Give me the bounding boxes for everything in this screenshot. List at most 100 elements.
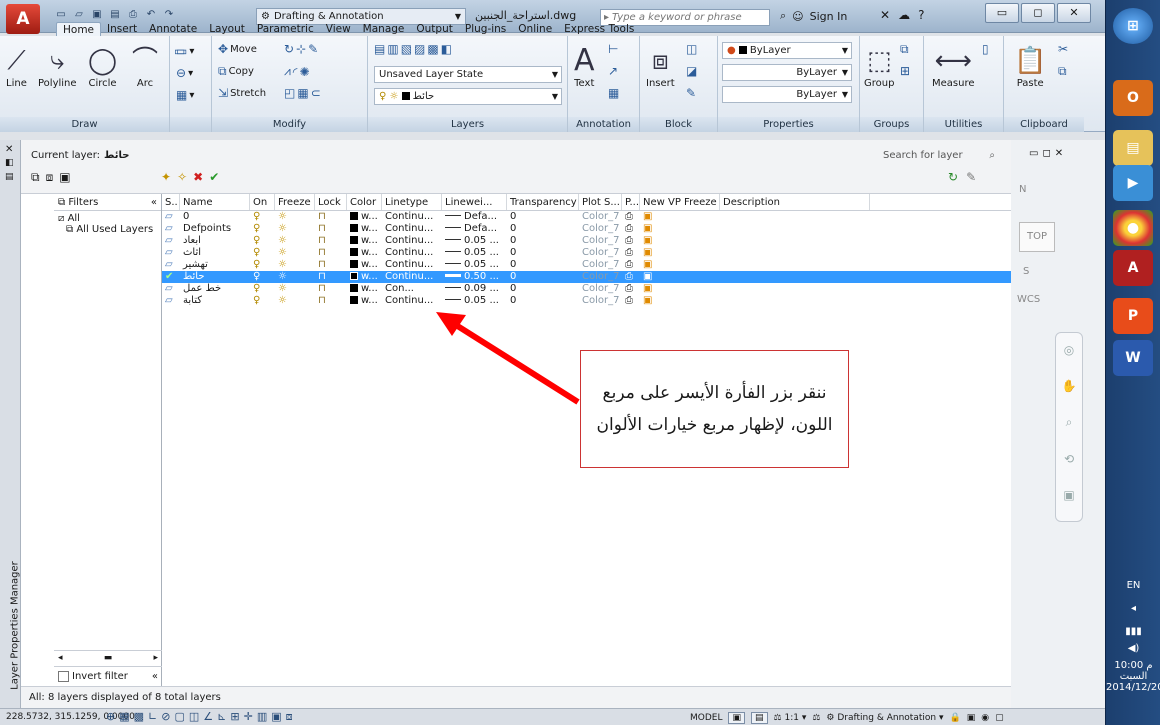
- lineweight-cell[interactable]: 0.05 ...: [442, 235, 507, 247]
- lwt-icon[interactable]: ✛: [244, 710, 253, 724]
- color-cell[interactable]: w...: [347, 283, 382, 295]
- orbit-icon[interactable]: ⟲: [1064, 452, 1074, 466]
- on-toggle[interactable]: ♀: [250, 235, 275, 247]
- description-cell[interactable]: [720, 295, 870, 307]
- transparency-cell[interactable]: 0: [507, 283, 579, 295]
- description-cell[interactable]: [720, 271, 870, 283]
- volume-icon[interactable]: ◀): [1106, 643, 1160, 654]
- freeze-toggle[interactable]: ☼: [275, 295, 315, 307]
- layer-name[interactable]: حائط: [180, 271, 250, 283]
- layer-row[interactable]: ▱ تهشير ♀ ☼ ⊓ w... Continu... 0.05 ... 0 Color_7 ⎙…: [162, 259, 1011, 271]
- cut-button[interactable]: ✂: [1058, 42, 1068, 56]
- network-icon[interactable]: ▮▮▮: [1106, 626, 1160, 637]
- color-cell[interactable]: w...: [347, 295, 382, 307]
- polar-icon[interactable]: ⊘: [161, 710, 170, 724]
- plot-style-cell[interactable]: Color_7: [579, 271, 622, 283]
- language-indicator[interactable]: EN: [1106, 580, 1160, 591]
- draw-panel-title[interactable]: Draw: [0, 117, 169, 132]
- lineweight-cell[interactable]: 0.05 ...: [442, 259, 507, 271]
- edit-block-button[interactable]: ◪: [686, 64, 697, 78]
- tab-insert[interactable]: Insert: [101, 22, 143, 36]
- steering-wheel-icon[interactable]: ◎: [1064, 343, 1074, 357]
- line-button[interactable]: ⟋ Line: [6, 44, 27, 89]
- otrack-icon[interactable]: ∠: [203, 710, 213, 724]
- layer-search-input[interactable]: Search for layer ⌕: [879, 150, 999, 166]
- paste-button[interactable]: 📋 Paste: [1014, 44, 1046, 89]
- minimize-button[interactable]: ▭: [985, 3, 1019, 23]
- color-cell[interactable]: w...: [347, 223, 382, 235]
- save-as-icon[interactable]: ▤: [108, 8, 122, 22]
- ducs-icon[interactable]: ⊾: [217, 710, 226, 724]
- redo-icon[interactable]: ↷: [162, 8, 176, 22]
- col-lock[interactable]: Lock: [315, 194, 347, 210]
- on-toggle[interactable]: ♀: [250, 247, 275, 259]
- invert-filter-checkbox[interactable]: Invert filter «: [54, 666, 162, 686]
- zoom-icon[interactable]: ⌕: [1066, 415, 1073, 430]
- plot-toggle[interactable]: ⎙: [622, 295, 640, 307]
- auto-hide-icon[interactable]: ◧: [5, 158, 14, 168]
- outlook-icon[interactable]: O: [1113, 80, 1153, 116]
- col-plot-style[interactable]: Plot S...: [579, 194, 622, 210]
- new-icon[interactable]: ▭: [54, 8, 68, 22]
- set-current-icon[interactable]: ✔: [209, 170, 219, 184]
- file-explorer-icon[interactable]: ▤: [1113, 130, 1153, 166]
- ungroup-button[interactable]: ⧉: [900, 42, 909, 57]
- plot-toggle[interactable]: ⎙: [622, 235, 640, 247]
- exchange-icon[interactable]: ✕: [880, 8, 890, 22]
- workspace-status[interactable]: ⚙ Drafting & Annotation ▾: [826, 713, 943, 723]
- tree-horizontal-scrollbar[interactable]: ◂ ▬ ▸: [54, 650, 162, 664]
- hatch-button[interactable]: ▦ ▾: [176, 88, 194, 102]
- scale-button[interactable]: ◰ ▦ ⊂: [284, 86, 321, 100]
- restore-icon[interactable]: ◻: [1042, 148, 1050, 159]
- pan-icon[interactable]: ✋: [1062, 379, 1077, 393]
- circle-button[interactable]: ◯ Circle: [88, 44, 117, 89]
- new-group-filter-icon[interactable]: ⧈: [46, 170, 54, 185]
- collapse-icon[interactable]: «: [152, 671, 158, 682]
- layer-row[interactable]: ▱ كتابة ♀ ☼ ⊓ w... Continu... 0.05 ... 0 Color_7 ⎙…: [162, 295, 1011, 307]
- plot-icon[interactable]: ⎙: [126, 8, 140, 22]
- group-button[interactable]: ⬚ Group: [864, 44, 894, 89]
- layer-dropdown[interactable]: ♀ ☼ حائط ▼: [374, 88, 562, 105]
- new-vp-freeze-toggle[interactable]: ▣: [640, 223, 720, 235]
- lock-toggle[interactable]: ⊓: [315, 247, 347, 259]
- lock-toggle[interactable]: ⊓: [315, 259, 347, 271]
- properties-panel-title[interactable]: Properties: [718, 117, 859, 132]
- new-property-filter-icon[interactable]: ⧉: [31, 170, 40, 185]
- transparency-cell[interactable]: 0: [507, 211, 579, 223]
- tree-item-all[interactable]: ⧄ All: [58, 213, 157, 224]
- hardware-acceleration-icon[interactable]: ▣: [967, 713, 976, 723]
- linetype-cell[interactable]: Continu...: [382, 235, 442, 247]
- open-icon[interactable]: ▱: [72, 8, 86, 22]
- layer-row[interactable]: ▱ خط عمل ♀ ☼ ⊓ w... Con... 0.09 ... 0 Color_7 ⎙ ▣: [162, 283, 1011, 295]
- close-icon[interactable]: ✕: [5, 144, 13, 155]
- linetype-cell[interactable]: Continu...: [382, 223, 442, 235]
- description-cell[interactable]: [720, 235, 870, 247]
- 3d-osnap-icon[interactable]: ◫: [189, 710, 199, 724]
- new-layer-icon[interactable]: ✦: [161, 170, 171, 184]
- plot-toggle[interactable]: ⎙: [622, 259, 640, 271]
- modify-panel-title[interactable]: Modify: [212, 117, 367, 132]
- viewcube-face[interactable]: TOP: [1019, 222, 1055, 252]
- qp-icon[interactable]: ▣: [271, 710, 281, 724]
- new-vp-freeze-toggle[interactable]: ▣: [640, 259, 720, 271]
- lock-toggle[interactable]: ⊓: [315, 223, 347, 235]
- undo-icon[interactable]: ↶: [144, 8, 158, 22]
- lock-toggle[interactable]: ⊓: [315, 235, 347, 247]
- layer-states-manager-icon[interactable]: ▣: [59, 170, 70, 185]
- transparency-cell[interactable]: 0: [507, 295, 579, 307]
- lineweight-cell[interactable]: Defa...: [442, 223, 507, 235]
- description-cell[interactable]: [720, 223, 870, 235]
- on-toggle[interactable]: ♀: [250, 283, 275, 295]
- lock-toggle[interactable]: ⊓: [315, 283, 347, 295]
- new-vp-freeze-toggle[interactable]: ▣: [640, 211, 720, 223]
- col-lineweight[interactable]: Linewei...: [442, 194, 507, 210]
- tab-annotate[interactable]: Annotate: [143, 22, 203, 36]
- insert-button[interactable]: ⧈ Insert: [646, 44, 675, 89]
- transparency-cell[interactable]: 0: [507, 259, 579, 271]
- model-toggle[interactable]: MODEL: [690, 713, 722, 723]
- close-button[interactable]: ✕: [1057, 3, 1091, 23]
- help-icon[interactable]: ?: [918, 8, 924, 22]
- transparency-cell[interactable]: 0: [507, 271, 579, 283]
- move-button[interactable]: ✥ Move: [218, 42, 257, 56]
- lock-ui-icon[interactable]: 🔒: [949, 713, 960, 723]
